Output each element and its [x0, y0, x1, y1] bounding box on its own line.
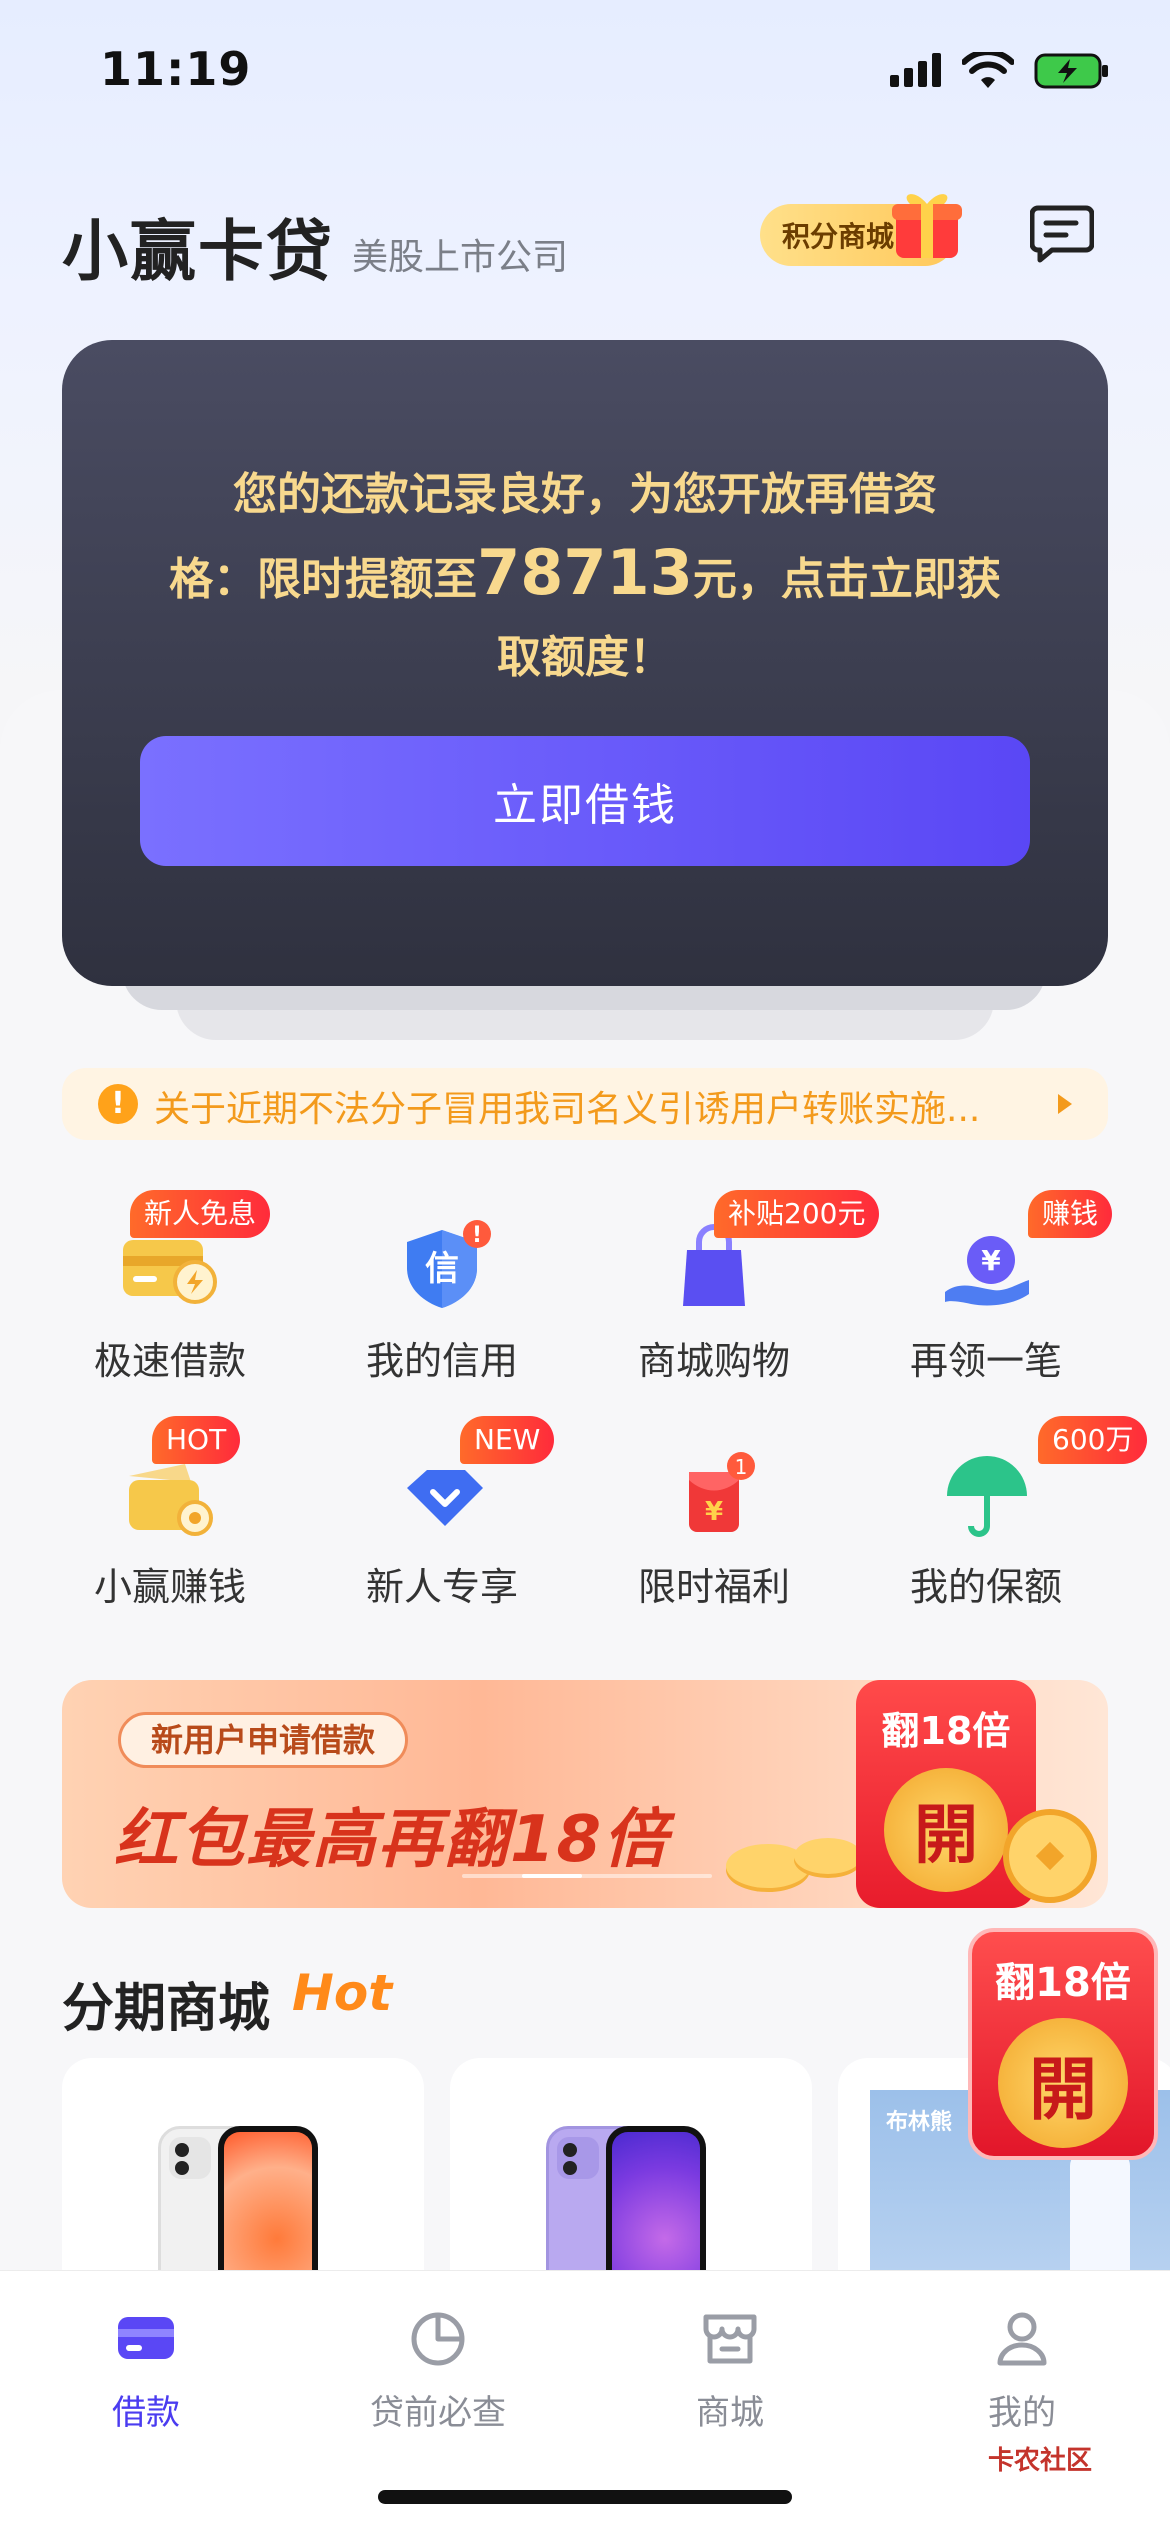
promo-line2: 格：限时提额至78713元，点击立即获: [162, 534, 1008, 619]
grid-label: 我的保额: [909, 1565, 1062, 1609]
badge-new: NEW: [460, 1416, 555, 1464]
notice-bar[interactable]: ! 关于近期不法分子冒用我司名义引诱用户转账实施...: [62, 1068, 1108, 1140]
battery-charging-icon: [1034, 53, 1108, 89]
grid-label: 小赢赚钱: [93, 1565, 246, 1609]
grid-label: 新人专享: [365, 1565, 518, 1609]
floating-red-packet[interactable]: 翻18倍 開: [968, 1928, 1158, 2160]
grid-item-limited-welfare[interactable]: ¥ 1 限时福利: [584, 1416, 844, 1616]
svg-text:¥: ¥: [981, 1244, 1001, 1277]
credit-shield-icon: 信 !: [407, 1220, 491, 1308]
banner-tag: 新用户申请借款: [118, 1712, 409, 1768]
tab-label: 我的: [988, 2393, 1056, 2433]
promo-amount: 78713: [477, 536, 693, 609]
grid-item-earn-money[interactable]: HOT 小赢赚钱: [40, 1416, 300, 1616]
mall-hot-label: Hot: [292, 1964, 393, 2022]
promo-card: 您的还款记录良好，为您开放再借资 格：限时提额至78713元，点击立即获 取额度…: [62, 340, 1108, 986]
status-icons: [890, 52, 1110, 90]
app-header: 小赢卡贷 美股上市公司 积分商城: [62, 190, 1112, 290]
promo-line1: 您的还款记录良好，为您开放再借资: [233, 469, 937, 520]
promo-line2-prefix: 格：限时提额至: [169, 554, 478, 605]
svg-text:信: 信: [425, 1249, 459, 1289]
signal-icon: [890, 53, 941, 87]
banner-envelope-coin: 開: [884, 1768, 1008, 1892]
grid-item-newcomer[interactable]: NEW 新人专享: [312, 1416, 572, 1616]
grid-item-my-credit[interactable]: 信 ! 我的信用: [312, 1190, 572, 1390]
pie-chart-icon: [411, 2312, 465, 2366]
store-icon: [703, 2314, 757, 2364]
promo-line3: 取额度！: [497, 632, 673, 683]
badge-earn: 赚钱: [1028, 1190, 1113, 1238]
brand-title: 小赢卡贷: [62, 213, 334, 290]
user-icon: [997, 2312, 1047, 2366]
notice-text: 关于近期不法分子冒用我司名义引诱用户转账实施...: [154, 1089, 981, 1130]
grid-label: 极速借款: [93, 1339, 246, 1383]
banner-pagination-active: [522, 1874, 582, 1878]
grid-item-my-coverage[interactable]: 600万 我的保额: [856, 1416, 1148, 1616]
wifi-icon: [962, 52, 1014, 88]
coins-icon: [726, 1838, 862, 1892]
banner-pagination: [462, 1874, 712, 1878]
product-brand: 布林熊: [886, 2110, 953, 2135]
tab-label: 商城: [696, 2393, 764, 2433]
gift-icon[interactable]: [892, 184, 962, 260]
tab-pre-loan-check[interactable]: 贷前必查: [292, 2301, 584, 2441]
status-time: 11:19: [100, 42, 252, 96]
message-icon[interactable]: [1030, 204, 1094, 264]
badge-hot: HOT: [152, 1416, 241, 1464]
yuan-hand-icon: ¥: [945, 1236, 1029, 1306]
gold-coin-icon: [1003, 1809, 1097, 1903]
chevron-right-icon: [1058, 1094, 1072, 1114]
floating-packet-title: 翻18倍: [995, 1960, 1131, 2006]
banner-headline: 红包最高再翻18倍: [114, 1803, 670, 1877]
borrow-now-button[interactable]: 立即借钱: [140, 736, 1030, 866]
banner-envelope-title: 翻18倍: [881, 1709, 1011, 1753]
grid-label: 商城购物: [637, 1339, 790, 1383]
watermark-logo: 卡农社区: [988, 2446, 1093, 2476]
red-packet-icon: ¥ 1: [689, 1452, 755, 1532]
grid-label: 我的信用: [365, 1339, 518, 1383]
tab-loan[interactable]: 借款: [0, 2301, 292, 2441]
tab-mall[interactable]: 商城: [584, 2301, 876, 2441]
floating-packet-coin: 開: [998, 2018, 1128, 2148]
umbrella-icon: [947, 1456, 1027, 1537]
grid-label: 再领一笔: [909, 1339, 1062, 1383]
grid-item-mall-shopping[interactable]: 补贴200元 商城购物: [584, 1190, 880, 1390]
welfare-count-text: 1: [735, 1455, 748, 1479]
grid-label: 限时福利: [637, 1565, 790, 1609]
status-bar: 11:19: [0, 0, 1170, 140]
promo-line2-suffix: 元，点击立即获: [692, 554, 1001, 605]
app-screen: 11:19 小赢卡贷 美股上市公司 积分商城 您的还款记录良好，为您开放再借资 …: [0, 0, 1170, 2532]
tab-mine[interactable]: 我的: [876, 2301, 1168, 2441]
mall-section-title: 分期商城: [62, 1979, 271, 2039]
home-indicator[interactable]: [378, 2490, 792, 2504]
tab-label: 贷前必查: [370, 2393, 506, 2433]
badge-coverage: 600万: [1038, 1416, 1148, 1464]
grid-item-fast-loan[interactable]: 新人免息 极速借款: [40, 1190, 300, 1390]
points-mall-label: 积分商城: [782, 220, 895, 253]
badge-new-user-free: 新人免息: [130, 1190, 271, 1238]
grid-item-borrow-again[interactable]: ¥ 赚钱 再领一笔: [856, 1190, 1116, 1390]
brand-subtitle: 美股上市公司: [352, 237, 569, 278]
badge-subsidy: 补贴200元: [714, 1190, 880, 1238]
tab-label: 借款: [112, 2393, 180, 2433]
warning-icon: !: [98, 1084, 138, 1124]
promo-banner[interactable]: 新用户申请借款 红包最高再翻18倍 翻18倍 開: [62, 1680, 1108, 1908]
svg-text:¥: ¥: [705, 1497, 723, 1527]
card-icon: [118, 2317, 174, 2359]
promo-message: 您的还款记录良好，为您开放再借资 格：限时提额至78713元，点击立即获 取额度…: [162, 456, 1008, 697]
credit-alert-text: !: [472, 1223, 482, 1248]
